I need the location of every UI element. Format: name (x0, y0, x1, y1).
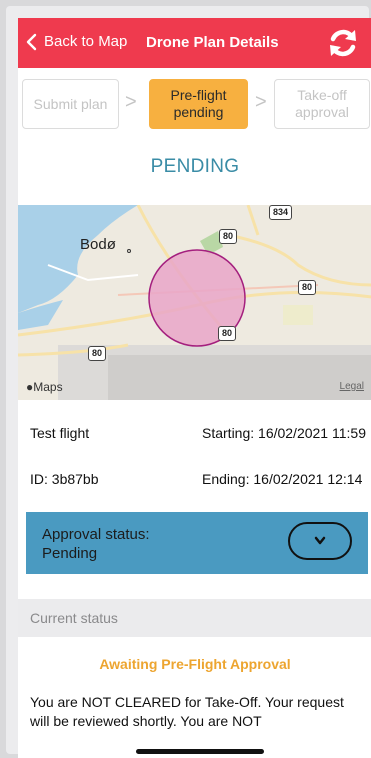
step-arrow-icon: > (255, 91, 267, 113)
back-to-map-button[interactable]: Back to Map (26, 33, 127, 51)
flight-end-time: Ending: 16/02/2021 12:14 (202, 471, 363, 487)
status-headline: Awaiting Pre-Flight Approval (99, 656, 291, 672)
home-indicator[interactable] (136, 749, 264, 754)
page-title: Drone Plan Details (146, 34, 279, 51)
road-label: 80 (88, 346, 107, 361)
city-marker-icon (127, 249, 131, 253)
map-graphic (18, 205, 371, 400)
progress-steps: Submit plan > Pre-flight pending > Take-… (18, 76, 371, 134)
road-label: 80 (298, 280, 317, 295)
map-attribution: ●Maps (26, 380, 63, 394)
road-label: 834 (269, 205, 293, 220)
approval-status-bar: Approval status: Pending (26, 512, 368, 574)
road-label: 80 (219, 229, 238, 244)
step-pre-flight-pending: Pre-flight pending (149, 79, 248, 129)
step-submit-plan: Submit plan (22, 79, 119, 129)
app-screen: Back to Map Drone Plan Details Submit pl… (18, 18, 371, 758)
status-message: You are NOT CLEARED for Take-Off. Your r… (30, 694, 344, 729)
chevron-left-icon (26, 33, 37, 51)
expand-approval-button[interactable] (288, 522, 352, 560)
refresh-icon[interactable] (326, 26, 360, 60)
step-arrow-icon: > (125, 91, 137, 113)
approval-status-text: Approval status: Pending (42, 526, 150, 562)
current-status-label: Current status (30, 610, 118, 626)
flight-id: ID: 3b87bb (30, 471, 99, 487)
nav-header: Back to Map Drone Plan Details (18, 18, 371, 68)
step-take-off-approval: Take-off approval (274, 79, 370, 129)
back-label: Back to Map (44, 33, 128, 50)
status-heading: PENDING (150, 156, 240, 177)
flight-name: Test flight (30, 425, 90, 441)
road-label: 80 (218, 326, 237, 341)
city-label: Bodø (80, 236, 116, 253)
map-legal-link[interactable]: Legal (340, 381, 364, 392)
chevron-down-icon (314, 536, 326, 545)
flight-map[interactable]: Bodø 834 80 80 80 80 ●Maps Legal (18, 205, 371, 400)
current-status-header: Current status (18, 599, 371, 637)
flight-start-time: Starting: 16/02/2021 11:59 (202, 425, 366, 441)
